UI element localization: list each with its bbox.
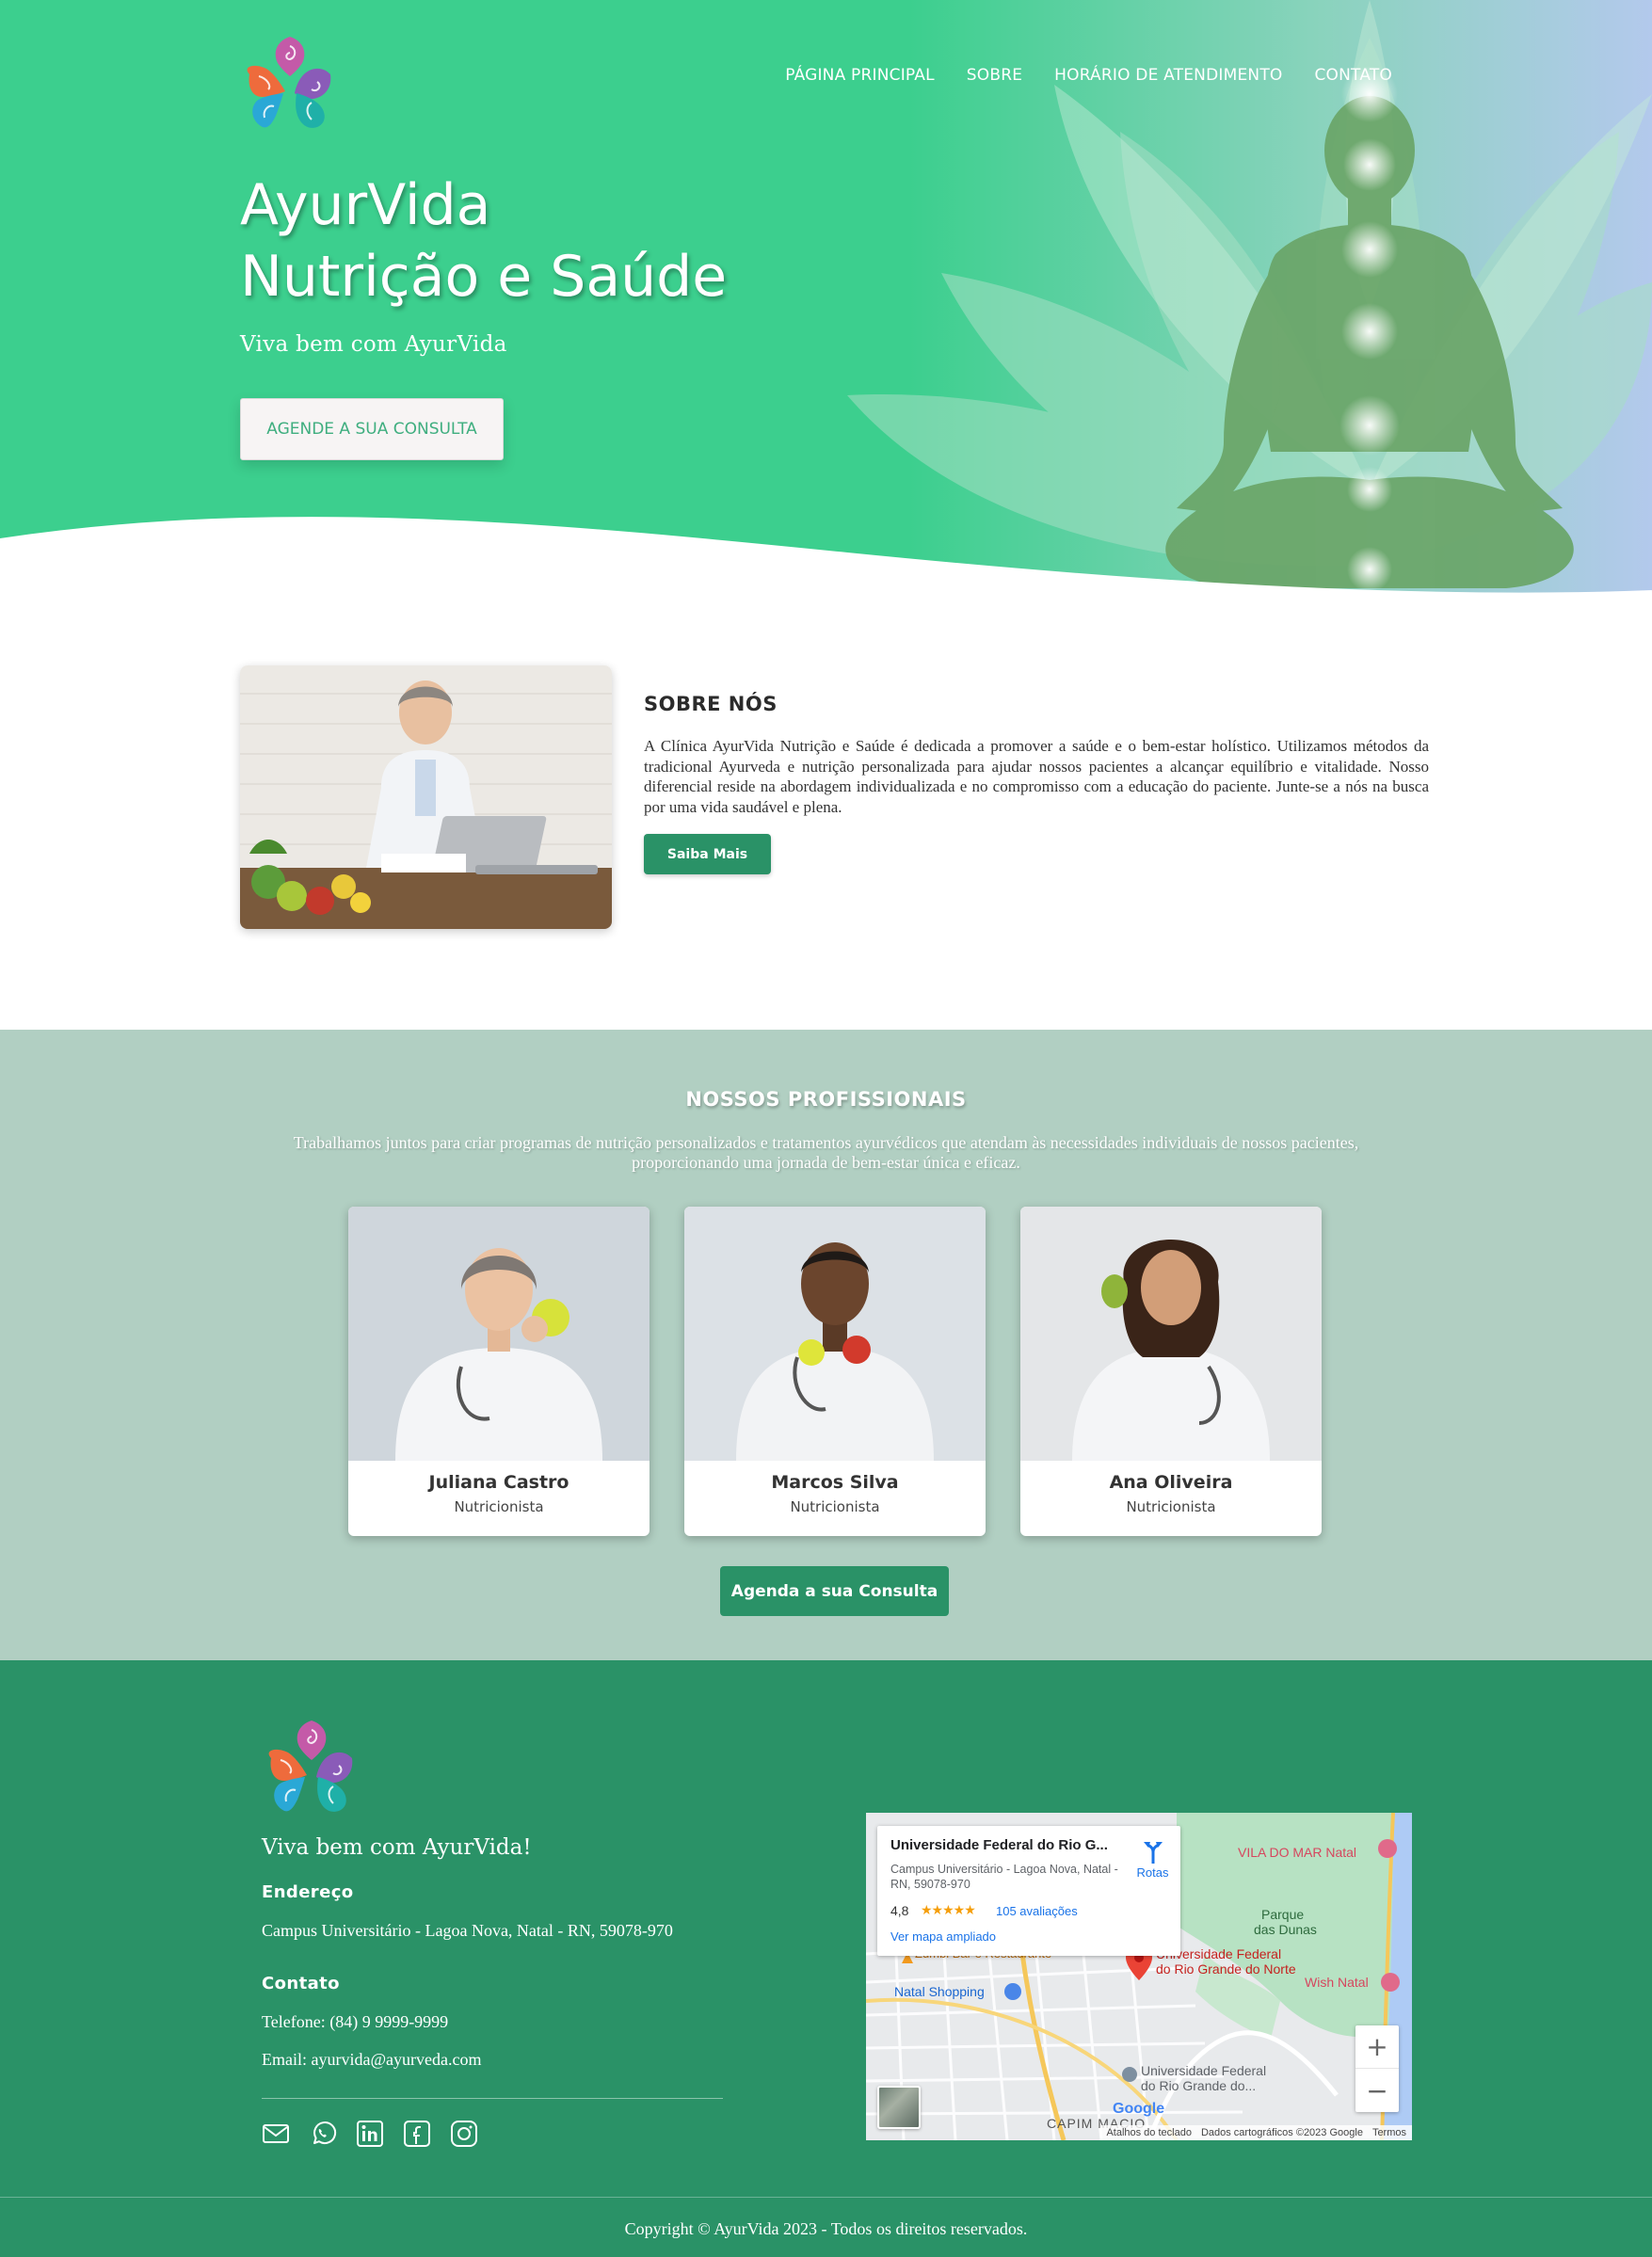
nav-hours[interactable]: HORÁRIO DE ATENDIMENTO [1054, 66, 1282, 85]
nav-home[interactable]: PÁGINA PRINCIPAL [785, 66, 935, 85]
copyright-divider [0, 2197, 1652, 2198]
team-photo [1020, 1207, 1322, 1461]
hero-section: PÁGINA PRINCIPAL SOBRE HORÁRIO DE ATENDI… [0, 0, 1652, 602]
hero-subtitle: Viva bem com AyurVida [240, 332, 507, 357]
address-text: Campus Universitário - Lagoa Nova, Natal… [262, 1921, 673, 1940]
zoom-out-button[interactable]: − [1355, 2069, 1399, 2112]
footer-slogan: Viva bem com AyurVida! [262, 1835, 532, 1860]
directions-label: Rotas [1136, 1865, 1169, 1880]
facebook-icon[interactable] [403, 2120, 431, 2148]
hero-title-line1: AyurVida [240, 172, 491, 238]
team-section: NOSSOS PROFISSIONAIS Trabalhamos juntos … [0, 1030, 1652, 1660]
directions-button[interactable]: Rotas [1131, 1837, 1174, 1884]
about-text: A Clínica AyurVida Nutrição e Saúde é de… [644, 737, 1429, 816]
map-zoom-controls: + − [1355, 2025, 1399, 2112]
team-photo [348, 1207, 650, 1461]
main-nav: PÁGINA PRINCIPAL SOBRE HORÁRIO DE ATENDI… [785, 66, 1392, 85]
phone-text: Telefone: (84) 9 9999-9999 [262, 2012, 449, 2031]
directions-icon [1143, 1842, 1163, 1864]
learn-more-button[interactable]: Saiba Mais [644, 834, 771, 874]
map-attribution: Atalhos do teclado Dados cartográficos ©… [1100, 2125, 1412, 2140]
nav-about[interactable]: SOBRE [967, 66, 1022, 85]
contact-heading: Contato [262, 1974, 340, 1993]
team-photo [684, 1207, 986, 1461]
team-title: NOSSOS PROFISSIONAIS [685, 1088, 967, 1111]
team-member-name: Marcos Silva [771, 1472, 899, 1493]
map-label-ufrn2-2: do Rio Grande do... [1141, 2078, 1257, 2093]
about-photo [240, 665, 612, 929]
map-place-card: Universidade Federal do Rio G... Campus … [877, 1826, 1180, 1956]
team-card[interactable]: Ana Oliveira Nutricionista [1020, 1207, 1322, 1536]
email-text: Email: ayurvida@ayurveda.com [262, 2050, 482, 2069]
team-card[interactable]: Marcos Silva Nutricionista [684, 1207, 986, 1536]
copyright-text: Copyright © AyurVida 2023 - Todos os dir… [624, 2219, 1028, 2238]
nav-contact[interactable]: CONTATO [1314, 66, 1392, 85]
map-label-parque: Parque [1261, 1907, 1305, 1922]
book-appointment-button[interactable]: Agenda a sua Consulta [720, 1566, 949, 1616]
team-member-name: Ana Oliveira [1109, 1472, 1233, 1493]
footer-logo [268, 1721, 353, 1812]
whatsapp-icon[interactable] [309, 2120, 337, 2148]
email-icon[interactable] [262, 2120, 290, 2148]
instagram-icon[interactable] [450, 2120, 478, 2148]
terms-link[interactable]: Termos [1372, 2127, 1406, 2138]
map-place-title: Universidade Federal do Rio G... [890, 1837, 1108, 1853]
map-label-ufrn2-1: Universidade Federal [1141, 2063, 1267, 2078]
view-larger-map-link[interactable]: Ver mapa ampliado [890, 1929, 996, 1944]
team-member-role: Nutricionista [454, 1498, 544, 1515]
footer: Viva bem com AyurVida! Endereço Campus U… [0, 1660, 1652, 2257]
map-label-ufrn-2: do Rio Grande do Norte [1156, 1961, 1296, 1977]
team-member-role: Nutricionista [790, 1498, 880, 1515]
logo[interactable] [238, 31, 342, 135]
team-description: Trabalhamos juntos para criar programas … [293, 1133, 1359, 1172]
google-logo: Google [1113, 2101, 1165, 2117]
team-card[interactable]: Juliana Castro Nutricionista [348, 1207, 650, 1536]
map-label-wish: Wish Natal [1305, 1975, 1369, 1990]
map-label-vila-do-mar: VILA DO MAR Natal [1238, 1845, 1357, 1860]
address-heading: Endereço [262, 1882, 354, 1902]
hero-title-line2: Nutrição e Saúde [240, 244, 728, 310]
map-place-address: Campus Universitário - Lagoa Nova, Natal… [890, 1863, 1118, 1891]
hero-cta-button[interactable]: AGENDE A SUA CONSULTA [240, 398, 504, 460]
location-map[interactable]: VILA DO MAR Natal Parque das Dunas Unive… [866, 1813, 1412, 2140]
map-rating: 4,8 [890, 1903, 909, 1918]
zoom-in-button[interactable]: + [1355, 2025, 1399, 2069]
satellite-toggle[interactable] [877, 2086, 921, 2129]
linkedin-icon[interactable] [356, 2120, 384, 2148]
footer-divider [262, 2098, 723, 2099]
social-links [262, 2120, 478, 2148]
team-member-name: Juliana Castro [428, 1472, 569, 1493]
map-label-natal-shopping: Natal Shopping [894, 1984, 985, 1999]
map-data-credit: Dados cartográficos ©2023 Google [1200, 2127, 1363, 2138]
map-label-das-dunas: das Dunas [1254, 1922, 1317, 1937]
about-title: SOBRE NÓS [644, 693, 778, 715]
hero-title: AyurVida Nutrição e Saúde [240, 169, 727, 312]
keyboard-shortcuts-link[interactable]: Atalhos do teclado [1106, 2127, 1192, 2138]
team-member-role: Nutricionista [1126, 1498, 1216, 1515]
map-reviews-link[interactable]: 105 avaliações [996, 1904, 1078, 1918]
map-rating-stars: ★★★★★ [921, 1902, 976, 1917]
